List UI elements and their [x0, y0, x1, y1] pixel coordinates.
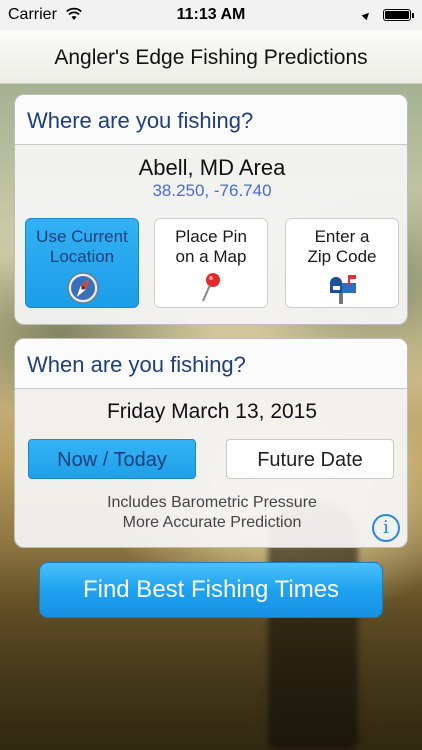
mailbox-icon — [330, 275, 356, 304]
location-panel: Where are you fishing? Abell, MD Area 38… — [14, 94, 408, 325]
barometric-note: Includes Barometric Pressure — [107, 494, 317, 511]
now-today-button[interactable]: Now / Today — [28, 439, 196, 479]
enter-zip-label-1: Enter a — [314, 227, 370, 246]
future-date-button[interactable]: Future Date — [226, 439, 394, 479]
app-header: Angler's Edge Fishing Predictions — [0, 30, 422, 84]
enter-zip-code-button[interactable]: Enter a Zip Code — [285, 218, 399, 308]
location-name: Abell, MD Area — [138, 155, 286, 180]
date-heading: When are you fishing? — [15, 339, 407, 389]
accuracy-note: More Accurate Prediction — [122, 514, 302, 531]
selected-date: Friday March 13, 2015 — [106, 400, 318, 423]
find-best-fishing-times-button[interactable]: Find Best Fishing Times — [39, 562, 383, 618]
enter-zip-label-2: Zip Code — [307, 247, 377, 266]
location-heading: Where are you fishing? — [15, 95, 407, 145]
compass-icon — [67, 272, 99, 304]
use-current-location-button[interactable]: Use Current Location — [25, 218, 139, 308]
place-pin-button[interactable]: Place Pin on a Map — [154, 218, 268, 308]
info-icon[interactable]: i — [372, 514, 400, 542]
use-current-location-label-2: Location — [49, 247, 115, 266]
place-pin-label-1: Place Pin — [175, 227, 247, 246]
map-pin-icon — [202, 273, 220, 302]
status-bar: Carrier 11:13 AM ▲ — [0, 0, 422, 30]
app-title: Angler's Edge Fishing Predictions — [54, 46, 368, 69]
use-current-location-label-1: Use Current — [36, 227, 128, 246]
location-coordinates: 38.250, -76.740 — [152, 181, 272, 200]
place-pin-label-2: on a Map — [175, 247, 247, 266]
date-panel: When are you fishing? Friday March 13, 2… — [14, 338, 408, 548]
battery-icon — [383, 9, 414, 21]
